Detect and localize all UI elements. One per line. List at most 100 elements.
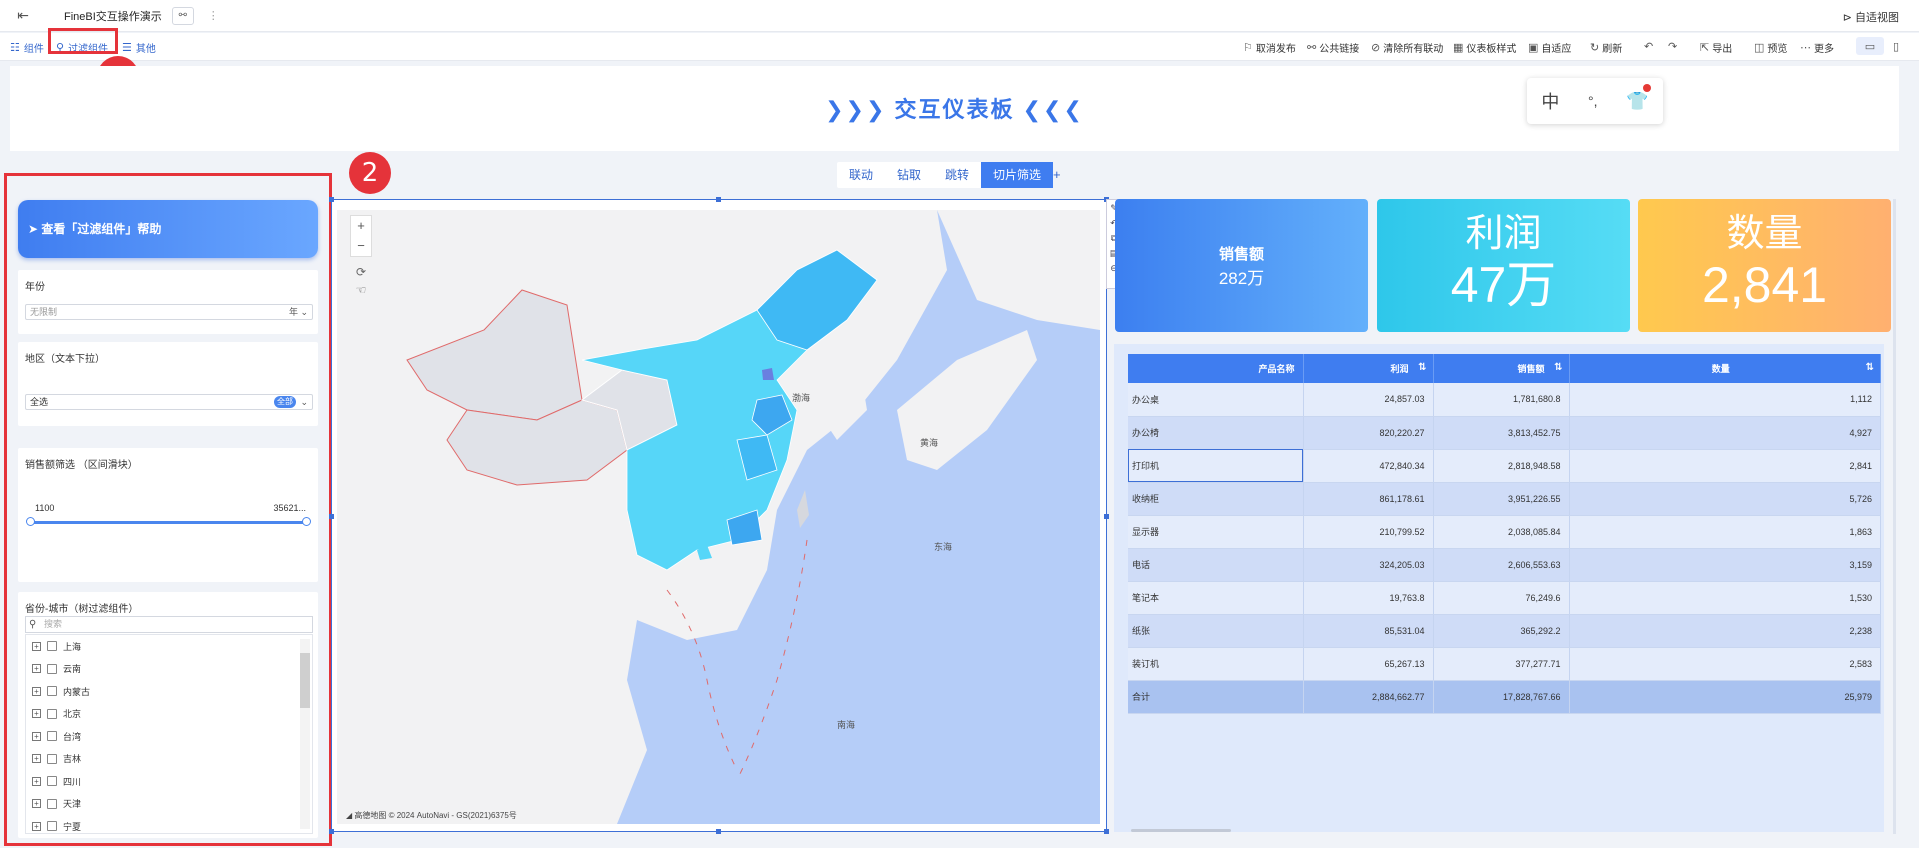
resize-handle[interactable] <box>1104 514 1109 519</box>
language-switcher[interactable]: 中 °, 👕 <box>1527 78 1663 124</box>
resize-handle[interactable] <box>716 829 721 834</box>
undo-button[interactable]: ↶ <box>1644 40 1653 53</box>
public-link-button[interactable]: ⚯ 公共链接 <box>1307 40 1359 55</box>
map-label-nanhai: 南海 <box>837 720 856 730</box>
toolbar: ☷ 组件 ⚲ 过滤组件 ☰ 其他 ⚐ 取消发布 ⚯ 公共链接 ⊘ 清除所有联动 ▦ 仪表… <box>0 33 1919 61</box>
selected-cell[interactable]: 打印机 <box>1128 449 1304 483</box>
zoom-out-button[interactable]: − <box>351 236 371 256</box>
preview-button[interactable]: ◫ 预览 <box>1754 40 1787 55</box>
column-header-sales[interactable]: 销售额 ⇅ <box>1433 354 1570 383</box>
punctuation-icon[interactable]: °, <box>1588 93 1598 109</box>
highlight-box-filter-panel <box>4 173 332 846</box>
product-table-card: 产品名称 利润 ⇅ 销售额 ⇅ 数量 ⇅ 办公桌 24,857.03 1,781,680.… <box>1114 344 1884 832</box>
horizontal-scrollbar[interactable] <box>1131 829 1231 832</box>
redo-button[interactable]: ↷ <box>1668 40 1677 53</box>
refresh-icon: ↻ <box>1590 42 1600 54</box>
vertical-scrollbar[interactable] <box>1893 199 1896 834</box>
map-label-huanghai: 黄海 <box>920 438 939 448</box>
tab-jump[interactable]: 跳转 <box>933 162 981 188</box>
sort-icon[interactable]: ⇅ <box>1866 362 1874 373</box>
map-label-bohai: 渤海 <box>792 393 811 403</box>
other-icon: ☰ <box>122 42 132 54</box>
resize-handle[interactable] <box>716 197 721 202</box>
notification-dot <box>1643 84 1651 92</box>
adaptive-button[interactable]: ▣ 自适应 <box>1528 40 1571 55</box>
lasso-select-icon[interactable]: ⟳ <box>350 265 372 283</box>
adapt-icon: ▣ <box>1528 42 1539 54</box>
map-label-donghai: 东海 <box>934 542 953 552</box>
link-icon: ⚯ <box>1307 42 1317 54</box>
view-mode-toggle[interactable]: ⊳ 自适视图 <box>1843 9 1899 25</box>
add-tab-button[interactable]: + <box>1053 167 1061 182</box>
table-row[interactable]: 打印机 472,840.34 2,818,948.58 2,841 <box>1128 449 1881 483</box>
lang-chinese-icon[interactable]: 中 <box>1541 88 1559 114</box>
view-icon: ⊳ <box>1842 12 1852 24</box>
mobile-icon: ▯ <box>1893 41 1900 53</box>
export-icon: ⇱ <box>1700 42 1710 54</box>
clear-link-icon: ⊘ <box>1371 42 1381 54</box>
clear-links-button[interactable]: ⊘ 清除所有联动 <box>1371 40 1443 55</box>
more-button[interactable]: ⋯ 更多 <box>1800 40 1834 55</box>
title-bar: ⇤ FineBI交互操作演示 ⚯ ⋮ ⊳ 自适视图 <box>0 0 1919 32</box>
table-row[interactable]: 办公椅 820,220.27 3,813,452.75 4,927 <box>1128 416 1881 450</box>
style-icon: ▦ <box>1453 42 1464 54</box>
china-map[interactable]: 渤海 黄海 东海 南海 + − ⟳ ☜ ◢ 高德地图 © 2024 AutoNa… <box>337 210 1100 824</box>
map-attribution: ◢ 高德地图 © 2024 AutoNavi - GS(2021)6375号 <box>346 811 517 820</box>
mobile-view-button[interactable]: ▯ <box>1893 40 1899 53</box>
kpi-sales-card[interactable]: 销售额 282万 <box>1115 199 1368 332</box>
column-header-quantity[interactable]: 数量 ⇅ <box>1569 354 1881 383</box>
resize-handle[interactable] <box>329 829 334 834</box>
preview-icon: ◫ <box>1754 42 1765 54</box>
desktop-view-button[interactable]: ▭ <box>1856 37 1884 55</box>
annotation-badge-2: 2 <box>349 152 391 194</box>
product-table: 产品名称 利润 ⇅ 销售额 ⇅ 数量 ⇅ 办公桌 24,857.03 1,781,680.… <box>1128 354 1881 714</box>
kpi-quantity-value: 2,841 <box>1701 257 1828 313</box>
map-canvas <box>337 210 1100 824</box>
table-row[interactable]: 装订机 65,267.13 377,277.71 2,583 <box>1128 647 1881 681</box>
skin-icon[interactable]: 👕 <box>1626 91 1648 112</box>
sort-icon[interactable]: ⇅ <box>1418 362 1426 373</box>
tab-slice-filter[interactable]: 切片筛选 <box>981 162 1053 188</box>
kpi-sales-label: 销售额 <box>1218 246 1264 263</box>
sort-icon[interactable]: ⇅ <box>1554 362 1562 373</box>
tab-linkage[interactable]: 联动 <box>837 162 885 188</box>
kpi-profit-card[interactable]: 利润 47万 <box>1377 199 1630 332</box>
share-icon[interactable]: ⚯ <box>171 6 194 25</box>
toolbar-component-button[interactable]: ☷ 组件 <box>10 40 44 55</box>
table-total-row: 合计 2,884,662.77 17,828,767.66 25,979 <box>1128 680 1881 714</box>
table-row[interactable]: 纸张 85,531.04 365,292.2 2,238 <box>1128 614 1881 648</box>
dashboard-style-button[interactable]: ▦ 仪表板样式 <box>1453 40 1516 55</box>
zoom-in-button[interactable]: + <box>351 216 371 236</box>
table-row[interactable]: 收纳柜 861,178.61 3,951,226.55 5,726 <box>1128 482 1881 516</box>
unpublish-button[interactable]: ⚐ 取消发布 <box>1243 40 1296 55</box>
exit-icon[interactable]: ⇤ <box>0 7 46 24</box>
map-widget[interactable]: 渤海 黄海 东海 南海 + − ⟳ ☜ ◢ 高德地图 © 2024 AutoNa… <box>329 197 1109 834</box>
tab-bar: 联动 钻取 跳转 切片筛选 <box>837 162 1053 188</box>
toolbar-other-button[interactable]: ☰ 其他 <box>122 40 156 55</box>
table-row[interactable]: 电话 324,205.03 2,606,553.63 3,159 <box>1128 548 1881 582</box>
highlight-box-filter-component <box>48 28 118 54</box>
column-header-profit[interactable]: 利润 ⇅ <box>1303 354 1434 383</box>
resize-handle[interactable] <box>1104 829 1109 834</box>
kpi-sales-value: 282万 <box>1218 269 1265 288</box>
table-row[interactable]: 笔记本 19,763.8 76,249.6 1,530 <box>1128 581 1881 615</box>
table-row[interactable]: 办公桌 24,857.03 1,781,680.8 1,112 <box>1128 383 1881 417</box>
dashboard-title: FineBI交互操作演示 <box>64 10 162 23</box>
undo-icon: ↶ <box>1644 41 1654 53</box>
export-button[interactable]: ⇱ 导出 <box>1700 40 1732 55</box>
unpublish-icon: ⚐ <box>1243 42 1253 54</box>
component-icon: ☷ <box>10 42 20 54</box>
resize-handle[interactable] <box>329 514 334 519</box>
map-zoom-control: + − <box>350 215 372 257</box>
kpi-quantity-label: 数量 <box>1726 213 1803 255</box>
resize-handle[interactable] <box>329 197 334 202</box>
table-row[interactable]: 显示器 210,799.52 2,038,085.84 1,863 <box>1128 515 1881 549</box>
beijing-region <box>762 368 774 380</box>
more-dots-icon[interactable]: ⋮ <box>208 9 219 22</box>
pan-hand-icon[interactable]: ☜ <box>350 283 372 301</box>
refresh-button[interactable]: ↻ 刷新 <box>1590 40 1622 55</box>
redo-icon: ↷ <box>1668 41 1678 53</box>
column-header-product[interactable]: 产品名称 <box>1128 354 1304 383</box>
kpi-quantity-card[interactable]: 数量 2,841 <box>1638 199 1891 332</box>
tab-drill[interactable]: 钻取 <box>885 162 933 188</box>
